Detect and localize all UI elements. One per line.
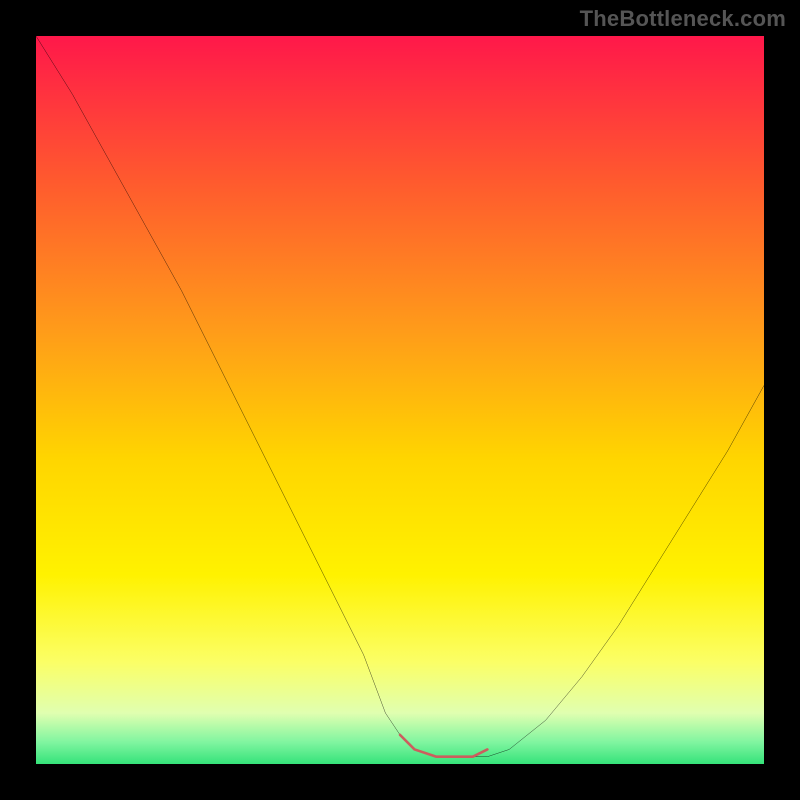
attribution-text: TheBottleneck.com	[580, 6, 786, 32]
chart-frame: TheBottleneck.com	[0, 0, 800, 800]
gradient-background	[36, 36, 764, 764]
bottleneck-chart	[36, 36, 764, 764]
